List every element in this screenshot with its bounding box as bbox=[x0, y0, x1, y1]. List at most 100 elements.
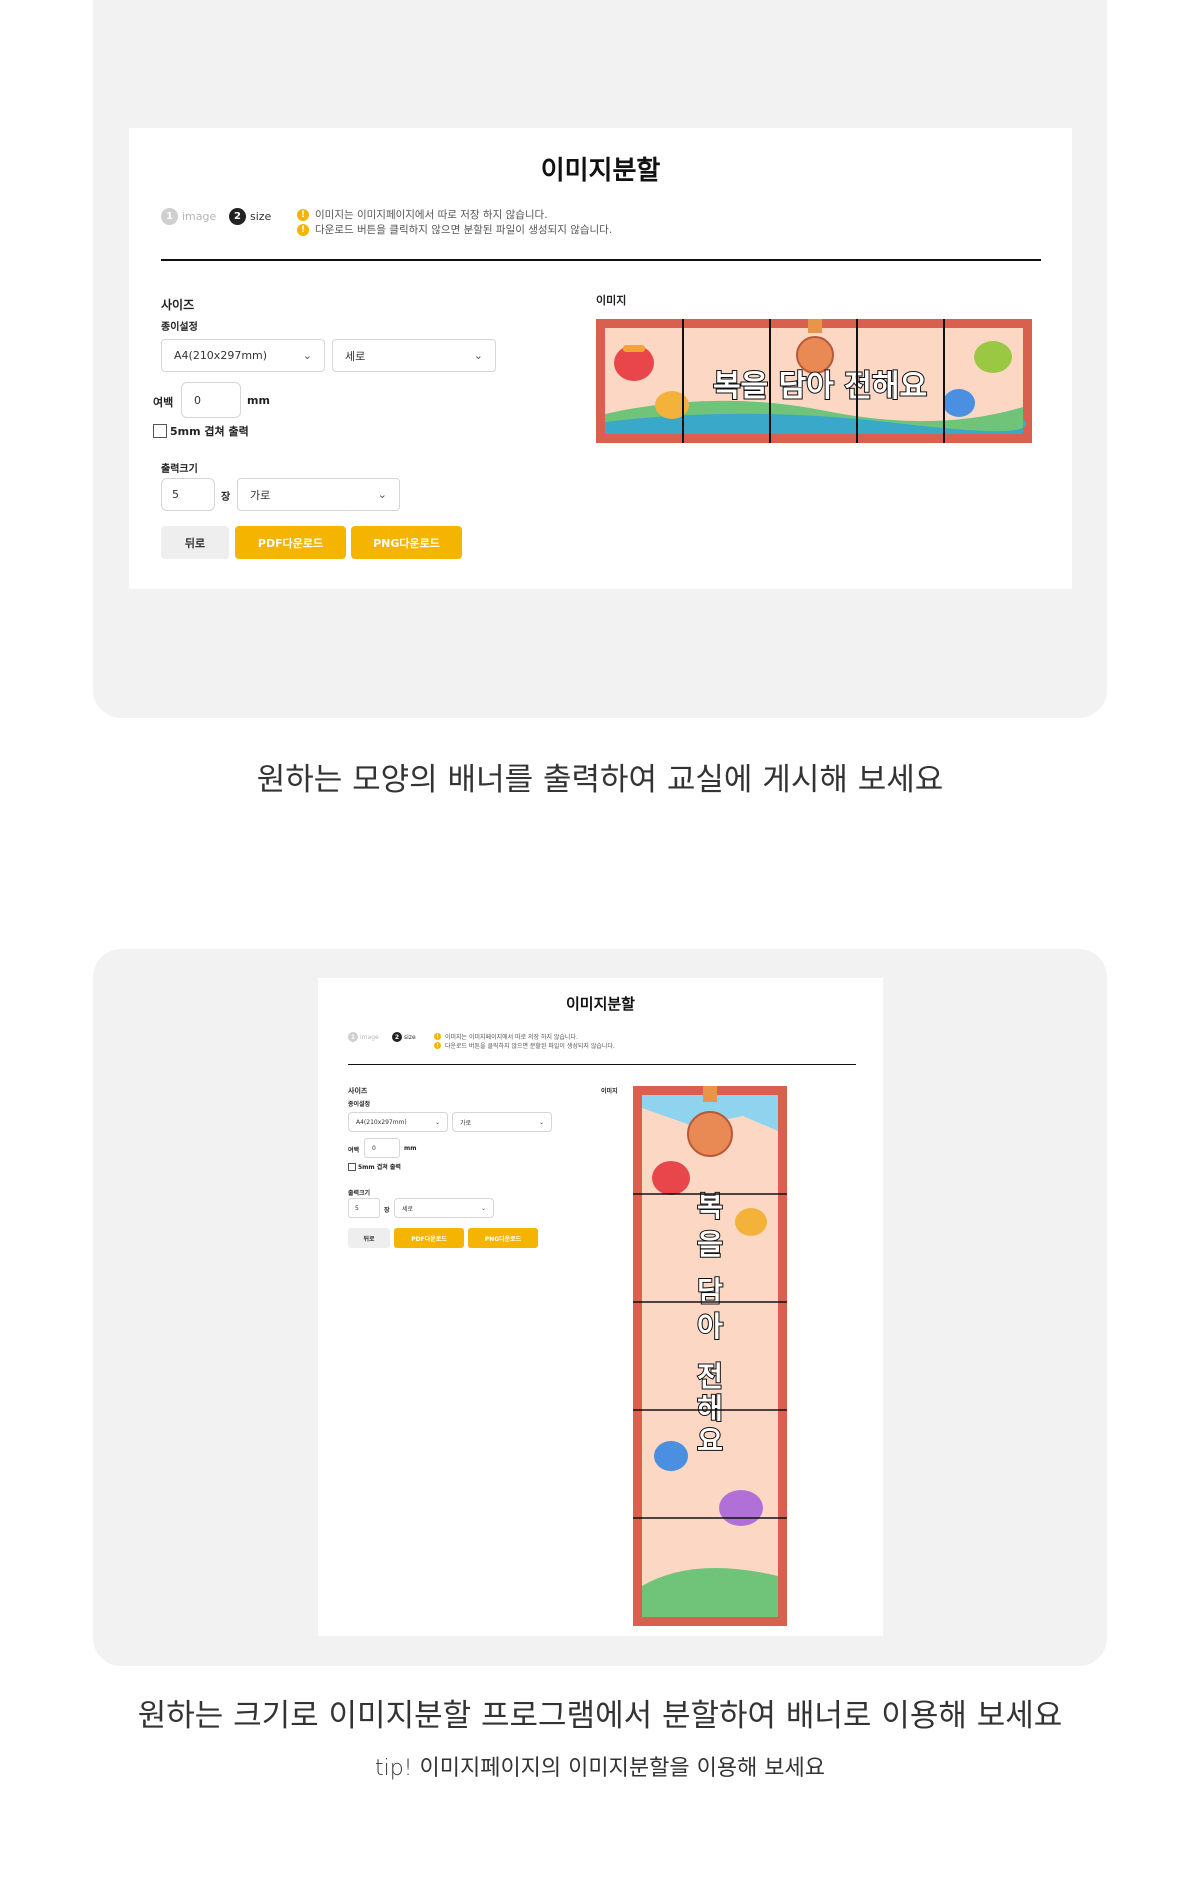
step-number: 2 bbox=[392, 1032, 402, 1042]
divider bbox=[161, 259, 1041, 261]
notice-item: ! 이미지는 이미지페이지에서 따로 저장 하지 않습니다. bbox=[297, 207, 612, 222]
step-image[interactable]: 1 image bbox=[161, 208, 216, 225]
lucky-pouch-icon bbox=[974, 341, 1012, 373]
notice-text: 다운로드 버튼을 클릭하지 않으면 분할된 파일이 생성되지 않습니다. bbox=[315, 224, 613, 236]
banner-char: 아 bbox=[697, 1310, 723, 1343]
notice-item: ! 다운로드 버튼을 클릭하지 않으면 분할된 파일이 생성되지 않습니다. bbox=[434, 1041, 615, 1050]
banner-char: 을 bbox=[697, 1228, 723, 1261]
banner-char: 전 bbox=[697, 1360, 723, 1393]
png-download-button[interactable]: PNG다운로드 bbox=[468, 1228, 538, 1248]
step-label: image bbox=[360, 1033, 379, 1041]
divider bbox=[348, 1064, 856, 1065]
banner-text: 복을 담아 전해요 bbox=[713, 369, 927, 404]
select-value: A4(210x297mm) bbox=[356, 1118, 407, 1126]
image-label: 이미지 bbox=[601, 1088, 618, 1095]
page-title: 이미지분할 bbox=[540, 156, 661, 186]
size-heading: 사이즈 bbox=[348, 1087, 368, 1095]
paper-size-select[interactable]: A4(210x297mm) ⌄ bbox=[348, 1112, 448, 1132]
margin-unit: mm bbox=[404, 1145, 417, 1152]
notice-text: 이미지는 이미지페이지에서 따로 저장 하지 않습니다. bbox=[445, 1034, 578, 1041]
banner-vertical-preview: 복 을 담 아 전 해 요 bbox=[633, 1086, 787, 1626]
sheet-count-input[interactable]: 5 bbox=[348, 1198, 380, 1218]
select-value: 가로 bbox=[460, 1119, 472, 1127]
direction-select[interactable]: 세로 ⌄ bbox=[394, 1198, 494, 1218]
select-value: 가로 bbox=[250, 488, 271, 502]
step-label: size bbox=[404, 1033, 416, 1041]
chevron-down-icon: ⌄ bbox=[473, 349, 483, 362]
sheet-count-input[interactable]: 5 bbox=[161, 478, 215, 511]
size-heading: 사이즈 bbox=[161, 298, 195, 312]
chevron-down-icon: ⌄ bbox=[302, 349, 312, 362]
back-button[interactable]: 뒤로 bbox=[348, 1228, 390, 1248]
lucky-pouch-icon bbox=[614, 345, 654, 381]
back-button[interactable]: 뒤로 bbox=[161, 526, 229, 559]
select-value: 세로 bbox=[402, 1205, 414, 1213]
overlap-checkbox[interactable] bbox=[348, 1162, 356, 1171]
overlap-option[interactable]: 5mm 겹쳐 출력 bbox=[348, 1162, 401, 1171]
banner-char: 요 bbox=[697, 1424, 723, 1457]
image-split-window-1: 이미지분할 1 image 2 size ! 이미지는 이미지페이지에서 따로 … bbox=[129, 128, 1072, 589]
chevron-down-icon: ⌄ bbox=[538, 1118, 544, 1126]
sheet-unit: 장 bbox=[384, 1207, 390, 1214]
step-label: size bbox=[250, 210, 272, 223]
overlap-label: 5mm 겹쳐 출력 bbox=[358, 1164, 401, 1171]
tip-text: tip! 이미지페이지의 이미지분할을 이용해 보세요 bbox=[374, 1756, 826, 1781]
output-size-label: 출력크기 bbox=[161, 464, 198, 475]
notice-item: ! 이미지는 이미지페이지에서 따로 저장 하지 않습니다. bbox=[434, 1032, 615, 1041]
margin-label: 여백 bbox=[153, 396, 174, 409]
chevron-down-icon: ⌄ bbox=[377, 488, 387, 501]
pdf-download-button[interactable]: PDF다운로드 bbox=[394, 1228, 464, 1248]
pdf-download-button[interactable]: PDF다운로드 bbox=[235, 526, 346, 559]
notice-text: 이미지는 이미지페이지에서 따로 저장 하지 않습니다. bbox=[315, 209, 548, 221]
lucky-pouch-icon bbox=[652, 1161, 690, 1195]
chevron-down-icon: ⌄ bbox=[434, 1118, 440, 1126]
banner-text: 복 을 담 아 전 해 요 bbox=[696, 1189, 724, 1458]
page-title: 이미지분할 bbox=[565, 995, 635, 1013]
margin-input[interactable]: 0 bbox=[181, 382, 241, 418]
sheet-unit: 장 bbox=[221, 492, 231, 503]
chevron-down-icon: ⌄ bbox=[480, 1204, 486, 1212]
select-value: 세로 bbox=[345, 349, 366, 363]
margin-label: 여백 bbox=[348, 1147, 360, 1154]
image-split-window-2: 이미지분할 1 image 2 size ! 이미지는 이미지페이지에서 따로 … bbox=[318, 978, 883, 1636]
step-label: image bbox=[182, 210, 217, 223]
png-download-button[interactable]: PNG다운로드 bbox=[351, 526, 462, 559]
step-image[interactable]: 1 image bbox=[348, 1032, 379, 1042]
image-label: 이미지 bbox=[596, 294, 627, 307]
overlap-option[interactable]: 5mm 겹쳐 출력 bbox=[153, 423, 249, 439]
margin-unit: mm bbox=[247, 394, 270, 407]
warning-icon: ! bbox=[297, 223, 309, 236]
caption-2: 원하는 크기로 이미지분할 프로그램에서 분할하여 배너로 이용해 보세요 bbox=[137, 1698, 1063, 1734]
overlap-label: 5mm 겹쳐 출력 bbox=[170, 425, 249, 438]
step-size[interactable]: 2 size bbox=[229, 208, 271, 225]
notice-list: ! 이미지는 이미지페이지에서 따로 저장 하지 않습니다. ! 다운로드 버튼… bbox=[434, 1032, 615, 1050]
notice-text: 다운로드 버튼을 클릭하지 않으면 분할된 파일이 생성되지 않습니다. bbox=[445, 1043, 615, 1050]
step-number: 1 bbox=[161, 208, 178, 225]
warning-icon: ! bbox=[434, 1042, 441, 1049]
warning-icon: ! bbox=[434, 1033, 441, 1040]
banner-char: 해 bbox=[697, 1392, 723, 1425]
step-number: 2 bbox=[229, 208, 246, 225]
lucky-pouch-icon bbox=[654, 1441, 688, 1471]
paper-size-select[interactable]: A4(210x297mm) ⌄ bbox=[161, 339, 325, 372]
banner-horizontal-preview: 복을 담아 전해요 bbox=[596, 319, 1032, 443]
lucky-pouch-icon bbox=[735, 1208, 767, 1236]
warning-icon: ! bbox=[297, 208, 309, 221]
orientation-select[interactable]: 세로 ⌄ bbox=[332, 339, 496, 372]
notice-list: ! 이미지는 이미지페이지에서 따로 저장 하지 않습니다. ! 다운로드 버튼… bbox=[297, 207, 612, 237]
banner-char: 복 bbox=[697, 1190, 723, 1223]
output-size-label: 출력크기 bbox=[348, 1190, 371, 1197]
lucky-pouch-icon bbox=[943, 389, 975, 417]
banner-char: 담 bbox=[697, 1275, 723, 1308]
caption-1: 원하는 모양의 배너를 출력하여 교실에 게시해 보세요 bbox=[256, 762, 944, 798]
orientation-select[interactable]: 가로 ⌄ bbox=[452, 1112, 552, 1132]
overlap-checkbox[interactable] bbox=[153, 424, 167, 438]
step-size[interactable]: 2 size bbox=[392, 1032, 416, 1042]
margin-input[interactable]: 0 bbox=[364, 1138, 400, 1158]
paper-setting-label: 종이설정 bbox=[348, 1101, 371, 1108]
select-value: A4(210x297mm) bbox=[174, 349, 268, 362]
step-number: 1 bbox=[348, 1032, 358, 1042]
lucky-pouch-icon bbox=[719, 1490, 763, 1526]
direction-select[interactable]: 가로 ⌄ bbox=[237, 478, 400, 511]
notice-item: ! 다운로드 버튼을 클릭하지 않으면 분할된 파일이 생성되지 않습니다. bbox=[297, 222, 612, 237]
